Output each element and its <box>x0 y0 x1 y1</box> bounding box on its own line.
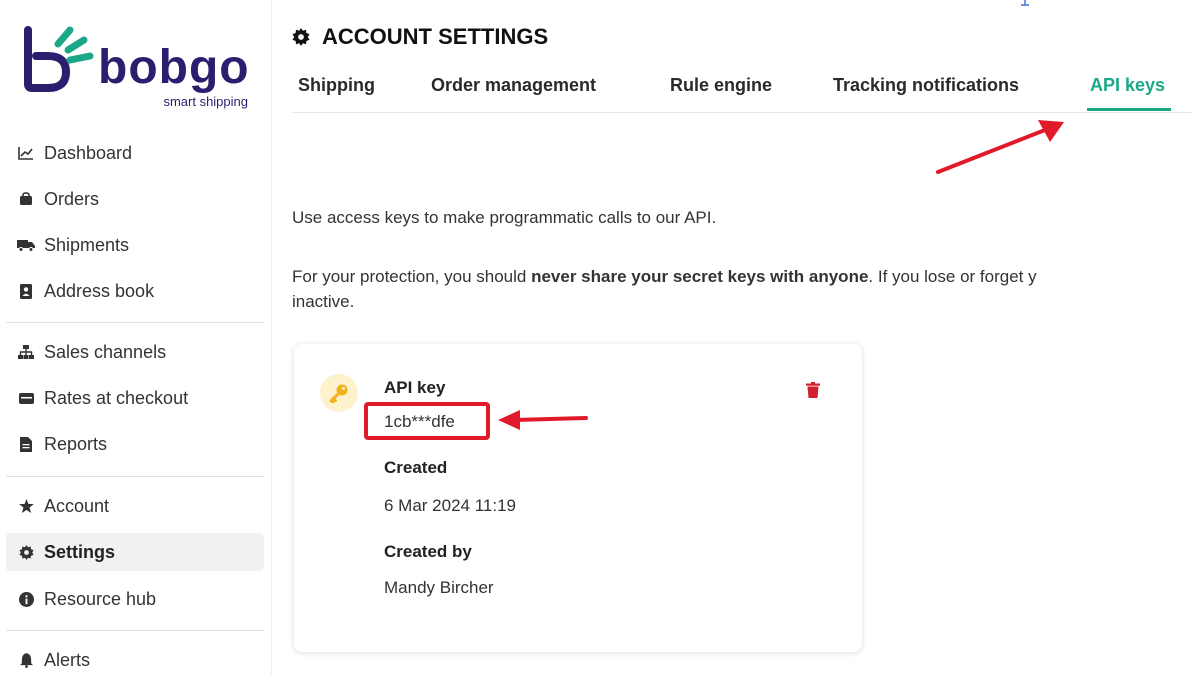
api-warning-text: For your protection, you should never sh… <box>292 264 1192 314</box>
address-book-icon <box>16 283 36 299</box>
logo-mark-icon <box>24 26 94 92</box>
delete-trash-icon[interactable] <box>806 382 820 398</box>
sidebar-item-label: Account <box>44 495 110 516</box>
sidebar-item-settings[interactable]: Settings <box>6 533 264 571</box>
star-icon <box>16 499 36 513</box>
brand-tagline: smart shipping <box>163 94 248 109</box>
page-title-text: ACCOUNT SETTINGS <box>322 24 549 49</box>
sidebar-item-label: Dashboard <box>44 142 133 163</box>
sidebar-item-shipments[interactable]: Shipments <box>6 226 264 264</box>
settings-tabs: Shipping Order management Rule engine Tr… <box>292 60 1192 113</box>
page-title: ACCOUNT SETTINGS <box>292 24 548 50</box>
api-key-card: API key 1cb***dfe Created 6 Mar 2024 11:… <box>294 344 862 652</box>
sidebar-item-account[interactable]: Account <box>6 487 264 525</box>
tab-api-keys[interactable]: API keys <box>1090 60 1165 110</box>
bell-icon <box>16 652 36 668</box>
bag-icon <box>16 192 36 206</box>
key-icon <box>329 384 348 403</box>
sidebar-item-label: Orders <box>44 188 100 209</box>
sitemap-icon <box>16 344 36 360</box>
cart-icon <box>16 392 36 405</box>
brand-logo[interactable]: bobgo smart shipping <box>18 22 258 112</box>
sidebar-item-label: Reports <box>44 433 108 454</box>
sidebar-item-label: Shipments <box>44 234 130 255</box>
key-icon-badge <box>320 374 358 412</box>
tab-rule-engine[interactable]: Rule engine <box>670 60 772 110</box>
sidebar-divider <box>6 630 264 631</box>
warning-prefix: For your protection, you should <box>292 267 532 286</box>
gear-icon <box>292 28 310 46</box>
sidebar-item-rates-at-checkout[interactable]: Rates at checkout <box>6 379 264 417</box>
sidebar-item-label: Address book <box>44 280 155 301</box>
active-tab-indicator <box>1087 108 1171 111</box>
tab-tracking-notifications[interactable]: Tracking notifications <box>833 60 1019 110</box>
warning-line2: inactive. <box>292 292 355 311</box>
api-key-value: 1cb***dfe <box>384 412 455 431</box>
tab-shipping[interactable]: Shipping <box>298 60 375 110</box>
gear-icon <box>16 544 36 560</box>
report-icon <box>16 436 36 452</box>
sidebar-item-alerts[interactable]: Alerts <box>6 641 264 679</box>
sidebar-divider <box>6 476 264 477</box>
chart-line-icon <box>16 146 36 160</box>
api-intro-text: Use access keys to make programmatic cal… <box>292 208 717 227</box>
api-key-label: API key <box>384 378 446 397</box>
sidebar-item-sales-channels[interactable]: Sales channels <box>6 333 264 371</box>
info-icon <box>16 591 36 607</box>
created-by-label: Created by <box>384 542 472 561</box>
sidebar-item-address-book[interactable]: Address book <box>6 272 264 310</box>
brand-name: bobgo <box>98 41 250 94</box>
sidebar-item-label: Alerts <box>44 649 91 670</box>
sidebar-item-label: Rates at checkout <box>44 387 189 408</box>
sidebar-item-orders[interactable]: Orders <box>6 180 264 218</box>
sidebar-item-label: Settings <box>44 541 116 562</box>
annotation-arrow <box>498 410 588 430</box>
sidebar-item-label: Sales channels <box>44 341 167 362</box>
annotation-arrow <box>936 120 1064 174</box>
sidebar-divider <box>6 322 264 323</box>
sidebar-item-resource-hub[interactable]: Resource hub <box>6 580 264 618</box>
tab-order-management[interactable]: Order management <box>431 60 596 110</box>
sidebar-item-dashboard[interactable]: Dashboard <box>6 134 264 172</box>
created-value: 6 Mar 2024 11:19 <box>384 496 516 515</box>
created-by-value: Mandy Bircher <box>384 578 494 597</box>
warning-suffix: . If you lose or forget y <box>868 267 1037 286</box>
created-label: Created <box>384 458 448 477</box>
top-indicator-icon <box>1021 0 1029 6</box>
warning-bold: never share your secret keys with anyone <box>531 267 869 286</box>
sidebar-item-label: Resource hub <box>44 588 157 609</box>
sidebar: bobgo smart shipping Dashboard Orders Sh… <box>0 0 272 674</box>
sidebar-item-reports[interactable]: Reports <box>6 425 264 463</box>
truck-icon <box>16 238 36 252</box>
